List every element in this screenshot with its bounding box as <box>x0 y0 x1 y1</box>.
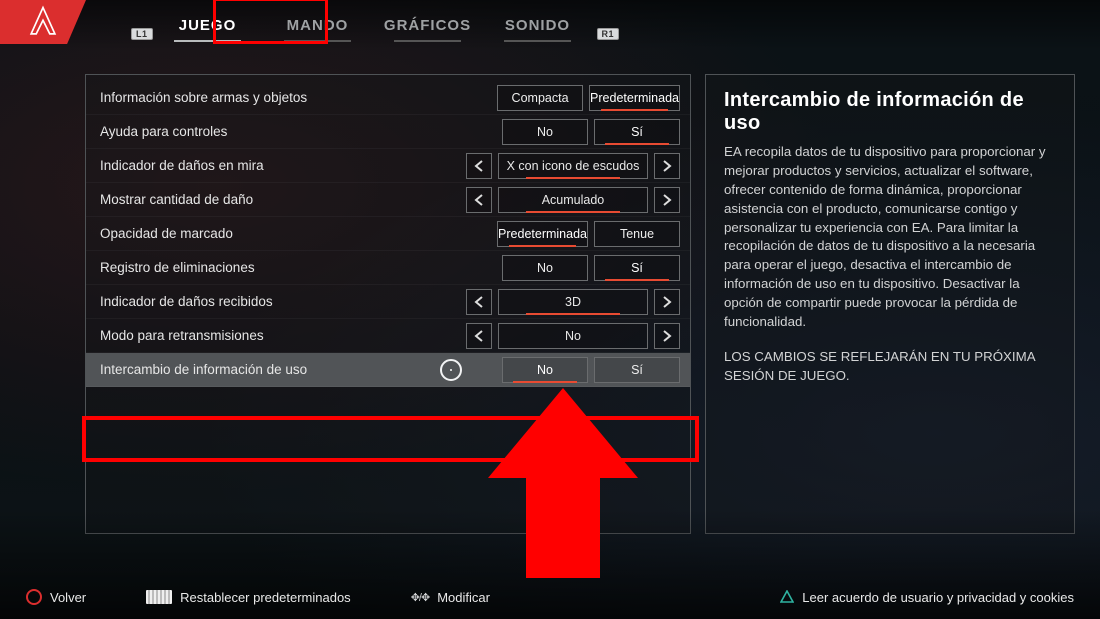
setting-row: Modo para retransmisiones No <box>86 319 690 353</box>
footer-back[interactable]: Volver <box>26 589 86 605</box>
setting-label: Indicador de daños recibidos <box>100 294 466 309</box>
setting-row: Registro de eliminacionesNoSí <box>86 251 690 285</box>
setting-control: X con icono de escudos <box>466 153 680 179</box>
toggle-option[interactable]: Predeterminada <box>497 221 588 247</box>
tab-graficos[interactable]: GRÁFICOS <box>373 17 483 44</box>
setting-control: 3D <box>466 289 680 315</box>
stepper-next[interactable] <box>654 323 680 349</box>
footer-modify[interactable]: ✥/✥ Modificar <box>411 590 490 605</box>
info-body-2: LOS CAMBIOS SE REFLEJARÁN EN TU PRÓXIMA … <box>724 348 1056 386</box>
top-bar: L1 JUEGO MANDO GRÁFICOS SONIDO R1 <box>0 0 1100 44</box>
circle-icon <box>26 589 42 605</box>
setting-control: No <box>466 323 680 349</box>
stepper-value[interactable]: X con icono de escudos <box>498 153 648 179</box>
tab-mando[interactable]: MANDO <box>263 17 373 44</box>
tab-label: GRÁFICOS <box>384 17 471 34</box>
setting-row: Indicador de daños recibidos 3D <box>86 285 690 319</box>
setting-control: CompactaPredeterminada <box>497 85 680 111</box>
toggle-option[interactable]: Predeterminada <box>589 85 680 111</box>
stepper-next[interactable] <box>654 153 680 179</box>
setting-control: NoSí <box>502 357 680 383</box>
game-logo <box>0 0 86 44</box>
tab-juego[interactable]: JUEGO <box>153 17 263 44</box>
setting-row: Mostrar cantidad de daño Acumulado <box>86 183 690 217</box>
tab-sonido[interactable]: SONIDO <box>483 17 593 44</box>
toggle-option[interactable]: Sí <box>594 119 680 145</box>
annotation-arrow <box>488 388 638 598</box>
setting-row: Intercambio de información de uso NoSí <box>86 353 690 387</box>
setting-label: Mostrar cantidad de daño <box>100 192 466 207</box>
stepper-prev[interactable] <box>466 323 492 349</box>
bumper-right: R1 <box>597 28 620 40</box>
setting-row: Información sobre armas y objetosCompact… <box>86 81 690 115</box>
setting-label: Ayuda para controles <box>100 124 502 139</box>
tab-label: MANDO <box>287 17 349 34</box>
setting-label: Modo para retransmisiones <box>100 328 466 343</box>
toggle-option[interactable]: Compacta <box>497 85 583 111</box>
stepper-value[interactable]: 3D <box>498 289 648 315</box>
footer-reset-label: Restablecer predeterminados <box>180 590 351 605</box>
setting-label: Registro de eliminaciones <box>100 260 502 275</box>
toggle-option[interactable]: Tenue <box>594 221 680 247</box>
footer-modify-label: Modificar <box>437 590 490 605</box>
stepper-prev[interactable] <box>466 153 492 179</box>
apex-logo-icon <box>26 5 60 39</box>
stepper-next[interactable] <box>654 187 680 213</box>
info-title: Intercambio de información de uso <box>724 89 1056 135</box>
setting-control: NoSí <box>502 255 680 281</box>
setting-control: PredeterminadaTenue <box>497 221 680 247</box>
setting-control: NoSí <box>502 119 680 145</box>
triangle-icon <box>780 590 794 604</box>
toggle-option[interactable]: Sí <box>594 357 680 383</box>
setting-control: Acumulado <box>466 187 680 213</box>
setting-row: Ayuda para controlesNoSí <box>86 115 690 149</box>
dpad-icon: ✥/✥ <box>411 591 430 604</box>
stepper-prev[interactable] <box>466 289 492 315</box>
setting-row: Indicador de daños en mira X con icono de… <box>86 149 690 183</box>
stepper-value[interactable]: No <box>498 323 648 349</box>
stepper-next[interactable] <box>654 289 680 315</box>
setting-label: Opacidad de marcado <box>100 226 497 241</box>
footer-legal[interactable]: Leer acuerdo de usuario y privacidad y c… <box>780 590 1074 605</box>
tabs-container: L1 JUEGO MANDO GRÁFICOS SONIDO R1 <box>131 17 619 44</box>
setting-label: Indicador de daños en mira <box>100 158 466 173</box>
toggle-option[interactable]: No <box>502 357 588 383</box>
info-body: EA recopila datos de tu dispositivo para… <box>724 143 1056 332</box>
setting-label: Información sobre armas y objetos <box>100 90 497 105</box>
toggle-option[interactable]: Sí <box>594 255 680 281</box>
info-panel: Intercambio de información de uso EA rec… <box>705 74 1075 534</box>
tab-label: SONIDO <box>505 17 570 34</box>
toggle-option[interactable]: No <box>502 119 588 145</box>
cursor-icon <box>440 359 462 381</box>
footer-legal-label: Leer acuerdo de usuario y privacidad y c… <box>802 590 1074 605</box>
stepper-prev[interactable] <box>466 187 492 213</box>
options-icon <box>146 590 172 604</box>
setting-label: Intercambio de información de uso <box>100 362 420 377</box>
setting-row: Opacidad de marcadoPredeterminadaTenue <box>86 217 690 251</box>
tab-label: JUEGO <box>179 17 237 34</box>
toggle-option[interactable]: No <box>502 255 588 281</box>
footer-reset[interactable]: Restablecer predeterminados <box>146 590 351 605</box>
stepper-value[interactable]: Acumulado <box>498 187 648 213</box>
footer-back-label: Volver <box>50 590 86 605</box>
bumper-left: L1 <box>131 28 153 40</box>
